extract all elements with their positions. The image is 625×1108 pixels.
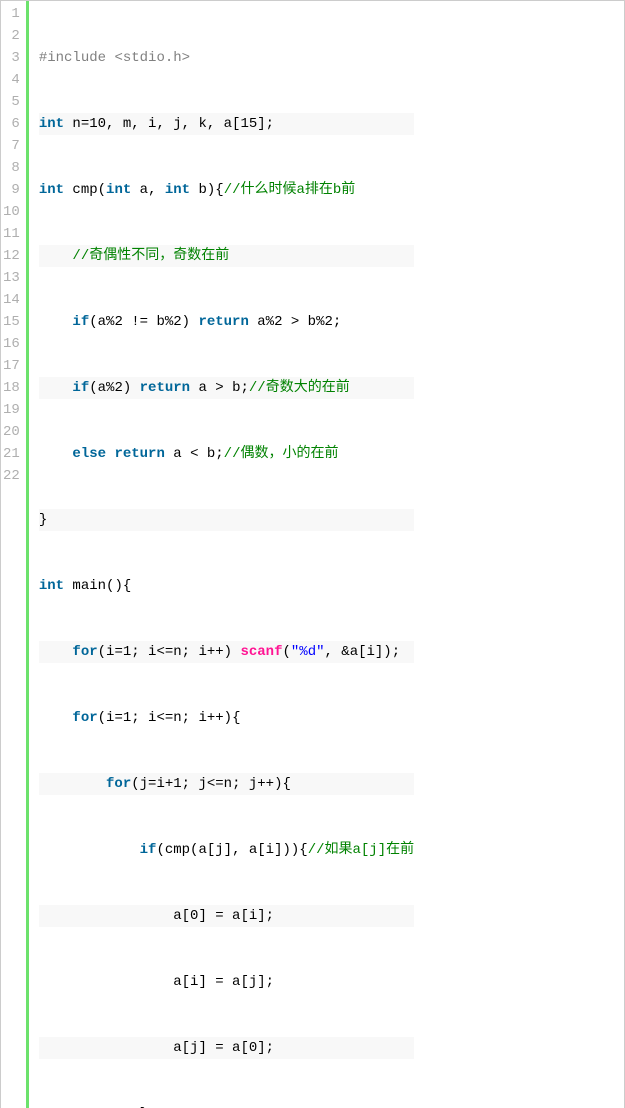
code-line: a[0] = a[i]; [39,905,414,927]
line-number: 16 [3,333,20,355]
line-number: 20 [3,421,20,443]
line-number: 6 [3,113,20,135]
line-number: 1 [3,3,20,25]
code-content: #include <stdio.h> int n=10, m, i, j, k,… [29,1,414,1108]
code-line: int n=10, m, i, j, k, a[15]; [39,113,414,135]
code-line: if(a%2) return a > b;//奇数大的在前 [39,377,414,399]
line-number: 19 [3,399,20,421]
line-number: 14 [3,289,20,311]
line-number-gutter: 1 2 3 4 5 6 7 8 9 10 11 12 13 14 15 16 1… [1,1,29,1108]
line-number: 15 [3,311,20,333]
code-line: a[j] = a[0]; [39,1037,414,1059]
line-number: 11 [3,223,20,245]
line-number: 12 [3,245,20,267]
line-number: 17 [3,355,20,377]
line-number: 8 [3,157,20,179]
code-line: for(i=1; i<=n; i++) scanf("%d", &a[i]); [39,641,414,663]
line-number: 7 [3,135,20,157]
line-number: 10 [3,201,20,223]
line-number: 5 [3,91,20,113]
code-line: if(a%2 != b%2) return a%2 > b%2; [39,311,414,333]
code-line: int cmp(int a, int b){//什么时候a排在b前 [39,179,414,201]
line-number: 21 [3,443,20,465]
line-number: 2 [3,25,20,47]
line-number: 3 [3,47,20,69]
line-number: 4 [3,69,20,91]
code-line: int main(){ [39,575,414,597]
code-line: #include <stdio.h> [39,47,414,69]
code-line: for(i=1; i<=n; i++){ [39,707,414,729]
code-line: if(cmp(a[j], a[i])){//如果a[j]在前 [39,839,414,861]
code-line: else return a < b;//偶数，小的在前 [39,443,414,465]
code-line: a[i] = a[j]; [39,971,414,993]
line-number: 13 [3,267,20,289]
code-line: } [39,509,414,531]
code-line: } [39,1103,414,1108]
line-number: 9 [3,179,20,201]
code-line: for(j=i+1; j<=n; j++){ [39,773,414,795]
line-number: 22 [3,465,20,487]
code-block: 1 2 3 4 5 6 7 8 9 10 11 12 13 14 15 16 1… [0,0,625,1108]
line-number: 18 [3,377,20,399]
code-line: //奇偶性不同，奇数在前 [39,245,414,267]
